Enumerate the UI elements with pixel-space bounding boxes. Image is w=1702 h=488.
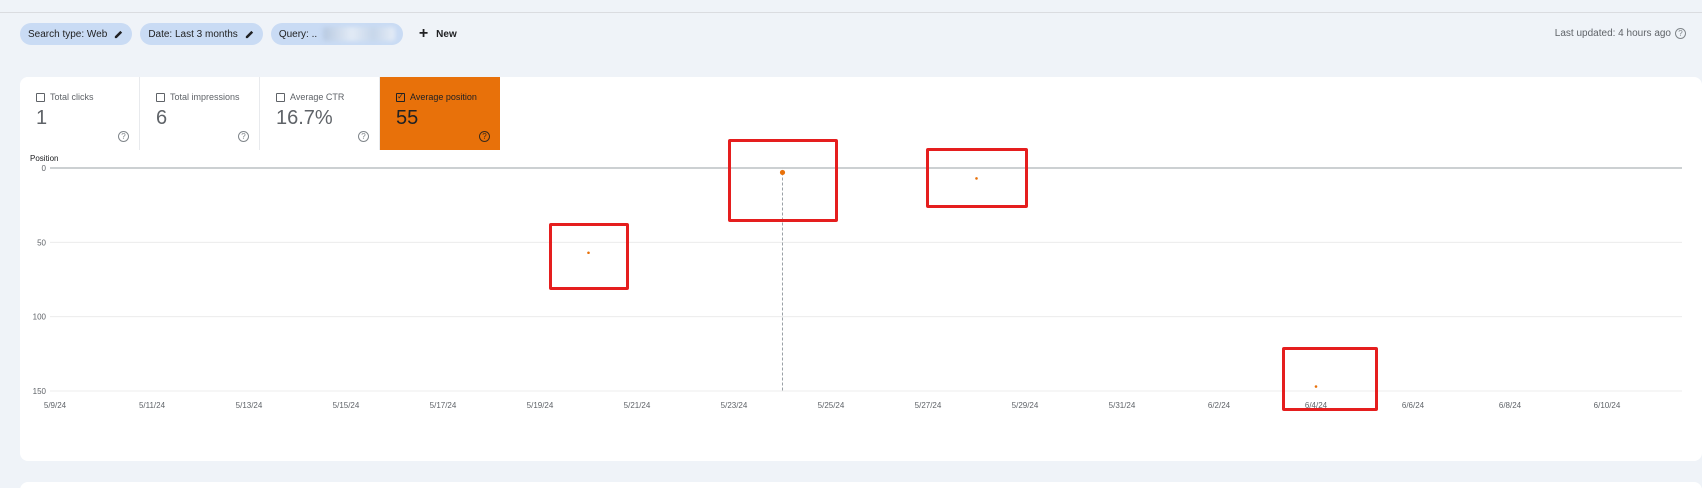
redacted-query bbox=[323, 27, 395, 41]
x-tick-label: 5/31/24 bbox=[1109, 401, 1136, 410]
filter-chip-label: Search type: Web bbox=[28, 28, 108, 40]
x-tick-label: 6/8/24 bbox=[1499, 401, 1522, 410]
top-divider bbox=[0, 12, 1702, 13]
y-tick-label: 100 bbox=[33, 313, 47, 322]
x-tick-label: 6/10/24 bbox=[1594, 401, 1621, 410]
x-tick-label: 5/25/24 bbox=[818, 401, 845, 410]
x-tick-label: 5/23/24 bbox=[721, 401, 748, 410]
x-tick-label: 5/17/24 bbox=[430, 401, 457, 410]
annotation-box bbox=[548, 222, 629, 290]
y-axis-label: Position bbox=[30, 154, 58, 163]
help-icon[interactable]: ? bbox=[1675, 28, 1686, 39]
x-tick-label: 6/2/24 bbox=[1208, 401, 1231, 410]
plus-icon: + bbox=[418, 25, 429, 42]
next-card bbox=[20, 482, 1702, 488]
x-tick-label: 5/13/24 bbox=[236, 401, 263, 410]
x-tick-label: 5/27/24 bbox=[915, 401, 942, 410]
x-tick-label: 5/11/24 bbox=[139, 401, 166, 410]
x-tick-label: 5/15/24 bbox=[333, 401, 360, 410]
new-filter-button[interactable]: + New bbox=[411, 26, 457, 42]
filter-chip-label: Date: Last 3 months bbox=[148, 28, 238, 40]
x-tick-label: 5/9/24 bbox=[44, 401, 67, 410]
last-updated-text: Last updated: 4 hours ago bbox=[1554, 28, 1671, 39]
y-tick-label: 50 bbox=[37, 238, 46, 247]
x-tick-label: 5/29/24 bbox=[1012, 401, 1039, 410]
annotation-box bbox=[925, 148, 1028, 209]
x-tick-label: 5/21/24 bbox=[624, 401, 651, 410]
pencil-icon[interactable] bbox=[244, 29, 255, 40]
y-tick-label: 150 bbox=[33, 387, 47, 396]
filter-chip-date[interactable]: Date: Last 3 months bbox=[140, 23, 263, 45]
performance-card: Total clicks 1 ? Total impressions 6 ? A… bbox=[20, 77, 1702, 461]
pencil-icon[interactable] bbox=[113, 29, 124, 40]
y-tick-label: 0 bbox=[42, 164, 47, 173]
x-tick-label: 6/6/24 bbox=[1402, 401, 1425, 410]
last-updated: Last updated: 4 hours ago ? bbox=[1555, 28, 1686, 39]
filter-chip-search-type[interactable]: Search type: Web bbox=[20, 23, 133, 45]
filter-chip-label: Query: .. bbox=[278, 28, 318, 40]
position-chart[interactable]: Position0 50 100 150 5/9/24 5/11/24 5/13/24 5/1… bbox=[20, 77, 1702, 461]
new-filter-label: New bbox=[436, 28, 457, 40]
annotation-box bbox=[727, 139, 838, 223]
x-tick-label: 5/19/24 bbox=[527, 401, 554, 410]
filter-chip-query[interactable]: Query: .. bbox=[270, 23, 403, 45]
filter-bar: Search type: Web Date: Last 3 months Que… bbox=[20, 22, 457, 46]
annotation-box bbox=[1282, 346, 1378, 411]
